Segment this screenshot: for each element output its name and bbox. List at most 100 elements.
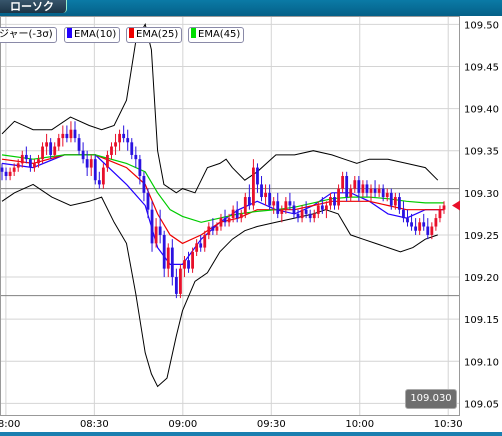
candle-body [393,197,397,206]
bottom-bar [0,432,502,436]
x-tick-label: 08:30 [80,419,109,430]
y-tick-label: 109.05 [464,399,499,410]
candle-body [146,192,150,210]
candle-body [101,167,105,185]
candle-body [243,197,247,214]
candle-body [158,226,162,235]
candle-body [438,209,442,219]
candle-body [203,234,207,248]
candle-body [195,243,199,252]
candle-body [12,167,16,172]
y-tick-label: 109.50 [464,20,499,31]
chart-frame: 109.50 109.45 109.40 109.35 109.30 109.25 109.… [0,16,502,436]
candle-body [308,213,312,219]
candle-body [341,176,345,189]
candle-body [292,205,296,214]
candle-body [24,154,28,160]
candle-body [179,268,182,294]
candle-body [33,163,36,168]
candle-body [37,159,40,164]
candle-body [235,209,239,219]
candle-body [223,218,227,223]
candle-body [284,201,288,210]
candle-body [414,226,418,231]
candle-body [219,218,223,227]
candle-body [77,138,81,151]
candle-body [166,247,170,269]
y-tick-label: 109.10 [464,357,499,368]
candle-body [207,226,211,235]
candle-body [361,184,365,193]
candle-body [170,247,174,278]
candle-body [49,142,53,155]
candle-body [397,197,401,210]
candle-body [389,192,393,206]
legend-ema25-swatch [129,28,134,38]
legend-bollinger-label: ジャー(-3σ) [0,29,53,40]
candle-body [337,188,340,206]
y-tick-label: 109.35 [464,147,499,158]
candle-body [373,188,377,193]
candle-body [162,234,166,269]
candle-body [345,176,349,198]
x-tick-label: 10:30 [434,419,463,430]
candle-body [316,205,320,214]
candle-body [324,205,328,210]
y-tick-label: 109.45 [464,63,499,74]
candle-body [426,226,430,235]
candle-body [430,226,434,235]
legend-ema10[interactable]: EMA(10) [64,27,121,43]
candle-body [142,176,146,193]
candle-body [231,209,235,219]
candle-body [215,226,219,231]
candle-body [349,188,353,198]
candle-body [333,197,336,206]
candle-body [73,129,77,139]
candle-body [187,260,190,269]
y-tick-label: 109.15 [464,315,499,326]
candle-body [81,150,85,160]
candle-body [365,184,369,193]
candle-body [256,167,259,185]
candle-body [110,146,113,155]
candle-body [239,213,243,219]
legend-ema10-label: EMA(10) [74,29,117,40]
candle-body [150,209,154,244]
candle-body [41,146,44,160]
candle-body [69,129,73,139]
candle-body [406,218,409,223]
candle-body [61,133,65,139]
candle-body [183,260,186,269]
candle-body [20,154,24,164]
x-tick-label: 08:00 [0,419,20,430]
candle-body [0,167,4,172]
candle-body [93,159,97,181]
candle-body [85,159,89,168]
ema25-line [1,154,444,245]
x-tick-label: 09:00 [168,419,197,430]
candle-body [45,142,49,147]
lower-band-line [1,183,438,388]
candle-body [276,201,280,214]
candle-body [418,222,422,231]
candle-body [227,218,231,223]
candle-body [252,167,255,206]
title-bar [0,0,502,16]
legend-bollinger[interactable]: ジャー(-3σ) [0,27,57,43]
legend-ema45-label: EMA(45) [198,29,241,40]
candle-body [199,243,203,248]
legend-ema45[interactable]: EMA(45) [188,27,245,43]
candle-body [357,180,361,193]
candle-body [272,201,276,206]
last-price-box: 109.030 [405,389,457,409]
candle-body [65,133,69,139]
candle-body [16,163,20,168]
candle-body [247,197,251,206]
candle-body [53,146,57,155]
candle-body [353,180,357,189]
legend-ema10-swatch [67,28,72,38]
candle-body [402,209,405,219]
tab-candlestick[interactable]: ローソク [0,0,67,13]
legend-ema25[interactable]: EMA(25) [126,27,183,43]
candle-body [381,188,385,198]
